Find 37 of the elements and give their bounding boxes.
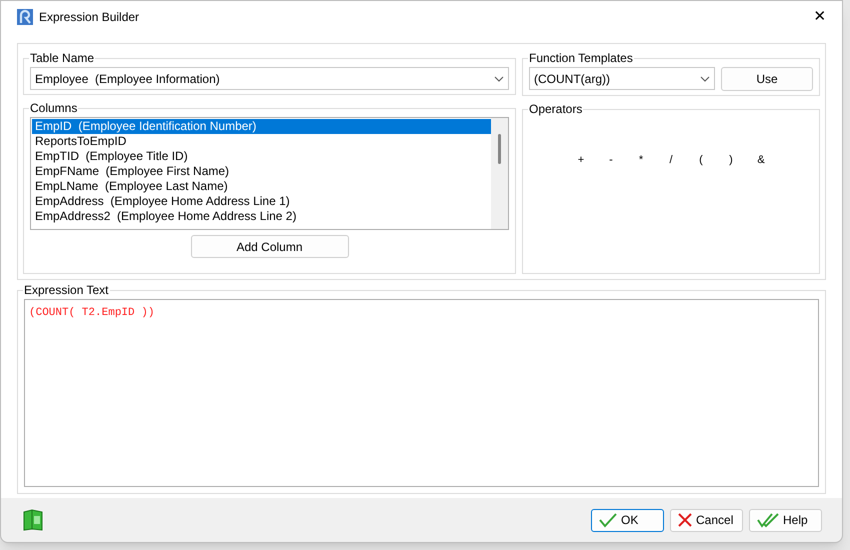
column-list-item[interactable]: EmpFName (Employee First Name) (32, 164, 491, 179)
window-title: Expression Builder (39, 9, 140, 26)
use-button[interactable]: Use (721, 67, 813, 91)
close-button[interactable]: ✕ (808, 5, 832, 29)
function-template-dropdown[interactable]: (COUNT(arg)) (529, 67, 715, 90)
double-check-icon (756, 512, 780, 528)
group-label: Expression Text (23, 282, 110, 299)
column-list-item[interactable]: EmpLName (Employee Last Name) (32, 179, 491, 194)
column-list-item[interactable]: ReportsToEmpID (32, 134, 491, 149)
group-label: Table Name (29, 50, 96, 67)
chevron-down-icon (494, 76, 504, 82)
operator-button[interactable]: * (635, 152, 647, 168)
help-button[interactable]: Help (749, 508, 822, 532)
chevron-down-icon (700, 76, 710, 82)
operator-button[interactable]: & (755, 152, 767, 168)
operator-button[interactable]: - (605, 152, 617, 168)
book-icon[interactable] (21, 508, 45, 532)
column-list-item[interactable]: EmpAddress (Employee Home Address Line 1) (32, 194, 491, 209)
add-column-button[interactable]: Add Column (190, 235, 348, 258)
close-icon (677, 512, 693, 528)
operator-button[interactable]: ) (725, 152, 737, 168)
operator-button[interactable]: + (575, 152, 587, 168)
ok-button[interactable]: OK (591, 508, 664, 532)
expression-text-area[interactable]: (COUNT( T2.EmpID )) (24, 299, 819, 487)
app-logo-icon (17, 9, 33, 25)
column-list-item[interactable]: EmpID (Employee Identification Number) (32, 119, 491, 134)
table-name-dropdown[interactable]: Employee (Employee Information) (30, 67, 509, 90)
operator-button[interactable]: ( (695, 152, 707, 168)
scrollbar[interactable] (491, 118, 508, 229)
group-label: Function Templates (528, 50, 634, 67)
column-list-item[interactable]: EmpTID (Employee Title ID) (32, 149, 491, 164)
check-icon (598, 512, 618, 528)
column-list-item[interactable]: EmpAddress2 (Employee Home Address Line 2) (32, 209, 491, 224)
operator-button[interactable]: / (665, 152, 677, 168)
group-label: Columns (29, 100, 78, 117)
cancel-button[interactable]: Cancel (670, 508, 743, 532)
group-label: Operators (528, 101, 584, 118)
